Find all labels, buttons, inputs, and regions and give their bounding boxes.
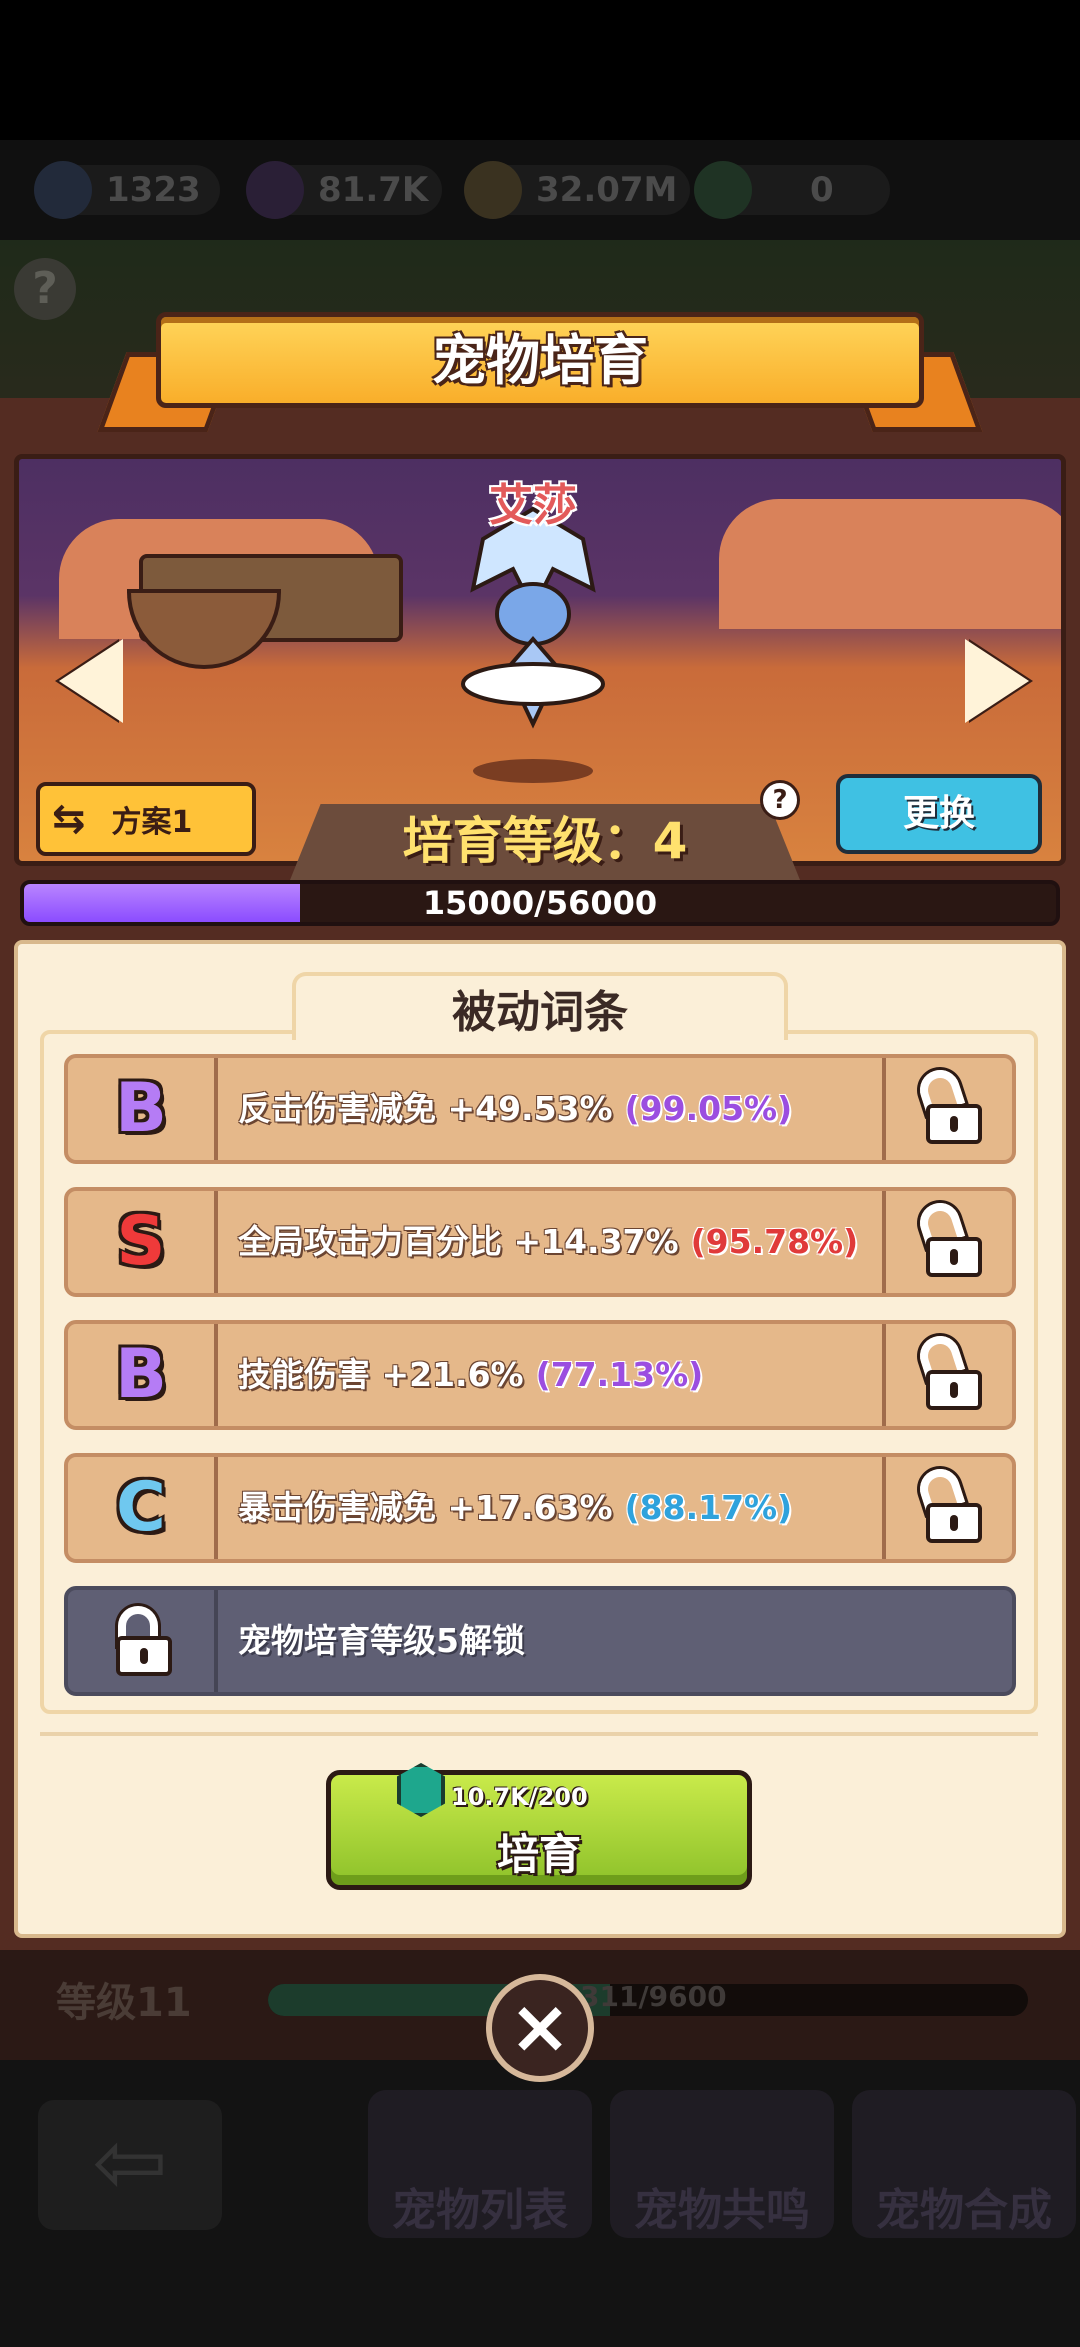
affix-row: B 技能伤害 +21.6% (77.13%) — [64, 1320, 1016, 1430]
resource-green-shard: 0 — [694, 161, 890, 219]
affix-lock-toggle[interactable] — [882, 1058, 1012, 1160]
next-pet-arrow-icon[interactable] — [965, 639, 1029, 723]
affix-text: 技能伤害 +21.6% — [238, 1355, 524, 1394]
tab-pet-list: 宠物列表 — [368, 2090, 592, 2238]
gold-coin-icon — [464, 161, 522, 219]
question-icon[interactable]: ? — [760, 780, 800, 820]
affix-grade: S — [68, 1191, 218, 1293]
unlocked-padlock-icon — [914, 1463, 986, 1543]
unlocked-padlock-icon — [914, 1197, 986, 1277]
breed-stone-icon — [397, 1763, 445, 1817]
breed-label: 培育 — [496, 1830, 581, 1879]
resource-bar: 1323 81.7K 32.07M 0 — [0, 140, 1080, 240]
dialog-title: 宠物培育 — [432, 329, 648, 392]
affix-roll-percent: (95.78%) — [690, 1222, 859, 1261]
prev-pet-arrow-icon[interactable] — [59, 639, 123, 723]
back-arrow-icon: ⇦ — [38, 2100, 222, 2230]
breed-cost: 10.7K/200 — [451, 1783, 588, 1811]
affix-grade: C — [68, 1457, 218, 1559]
affix-text: 暴击伤害减免 +17.63% — [238, 1488, 613, 1527]
purple-gem-icon — [246, 161, 304, 219]
passive-section-title: 被动词条 — [452, 987, 628, 1038]
affix-roll-percent: (88.17%) — [624, 1488, 793, 1527]
helmet-icon — [34, 161, 92, 219]
affix-roll-percent: (77.13%) — [535, 1355, 704, 1394]
affix-grade: B — [68, 1324, 218, 1426]
breed-progress-text: 15000/56000 — [422, 884, 658, 922]
bg-level-label: 等级11 — [56, 1980, 192, 2026]
breed-button[interactable]: 10.7K/200 培育 — [326, 1763, 752, 1890]
affix-lock-toggle[interactable] — [882, 1191, 1012, 1293]
resource-helmet: 1323 — [34, 161, 220, 219]
unlocked-padlock-icon — [914, 1064, 986, 1144]
bg-level-text: 311/9600 — [580, 1980, 727, 2013]
tab-pet-merge: 宠物合成 — [852, 2090, 1076, 2238]
plan-label: 方案1 — [111, 805, 193, 840]
unlocked-padlock-icon — [914, 1330, 986, 1410]
potion-cauldron — [127, 589, 281, 669]
breed-level-label: 培育等级：4 — [402, 812, 688, 870]
affix-text: 全局攻击力百分比 +14.37% — [238, 1222, 679, 1261]
dialog-title-banner: 宠物培育 — [156, 312, 924, 408]
close-button[interactable]: × — [486, 1974, 594, 2082]
padlock-icon — [110, 1606, 176, 1676]
plan-button[interactable]: ⇆ 方案1 — [36, 782, 256, 856]
tab-pet-resonance: 宠物共鸣 — [610, 2090, 834, 2238]
affix-lock-toggle[interactable] — [882, 1457, 1012, 1559]
green-shard-icon — [694, 161, 752, 219]
affix-roll-percent: (99.05%) — [624, 1089, 793, 1128]
swap-arrows-icon: ⇆ — [52, 796, 86, 842]
help-icon: ? — [14, 258, 76, 320]
pet-crystal-sprite — [461, 506, 605, 729]
affix-row: B 反击伤害减免 +49.53% (99.05%) — [64, 1054, 1016, 1164]
affix-grade: B — [68, 1058, 218, 1160]
affix-text: 反击伤害减免 +49.53% — [238, 1089, 613, 1128]
affix-lock-toggle[interactable] — [882, 1324, 1012, 1426]
locked-slot-text: 宠物培育等级5解锁 — [238, 1621, 525, 1660]
pet-name: 艾莎 — [489, 480, 577, 531]
locked-affix-slot: 宠物培育等级5解锁 — [64, 1586, 1016, 1696]
resource-gold: 32.07M — [464, 161, 690, 219]
affix-row: C 暴击伤害减免 +17.63% (88.17%) — [64, 1453, 1016, 1563]
affix-row: S 全局攻击力百分比 +14.37% (95.78%) — [64, 1187, 1016, 1297]
swap-pet-button[interactable]: 更换 — [836, 774, 1042, 854]
resource-purple-gem: 81.7K — [246, 161, 442, 219]
